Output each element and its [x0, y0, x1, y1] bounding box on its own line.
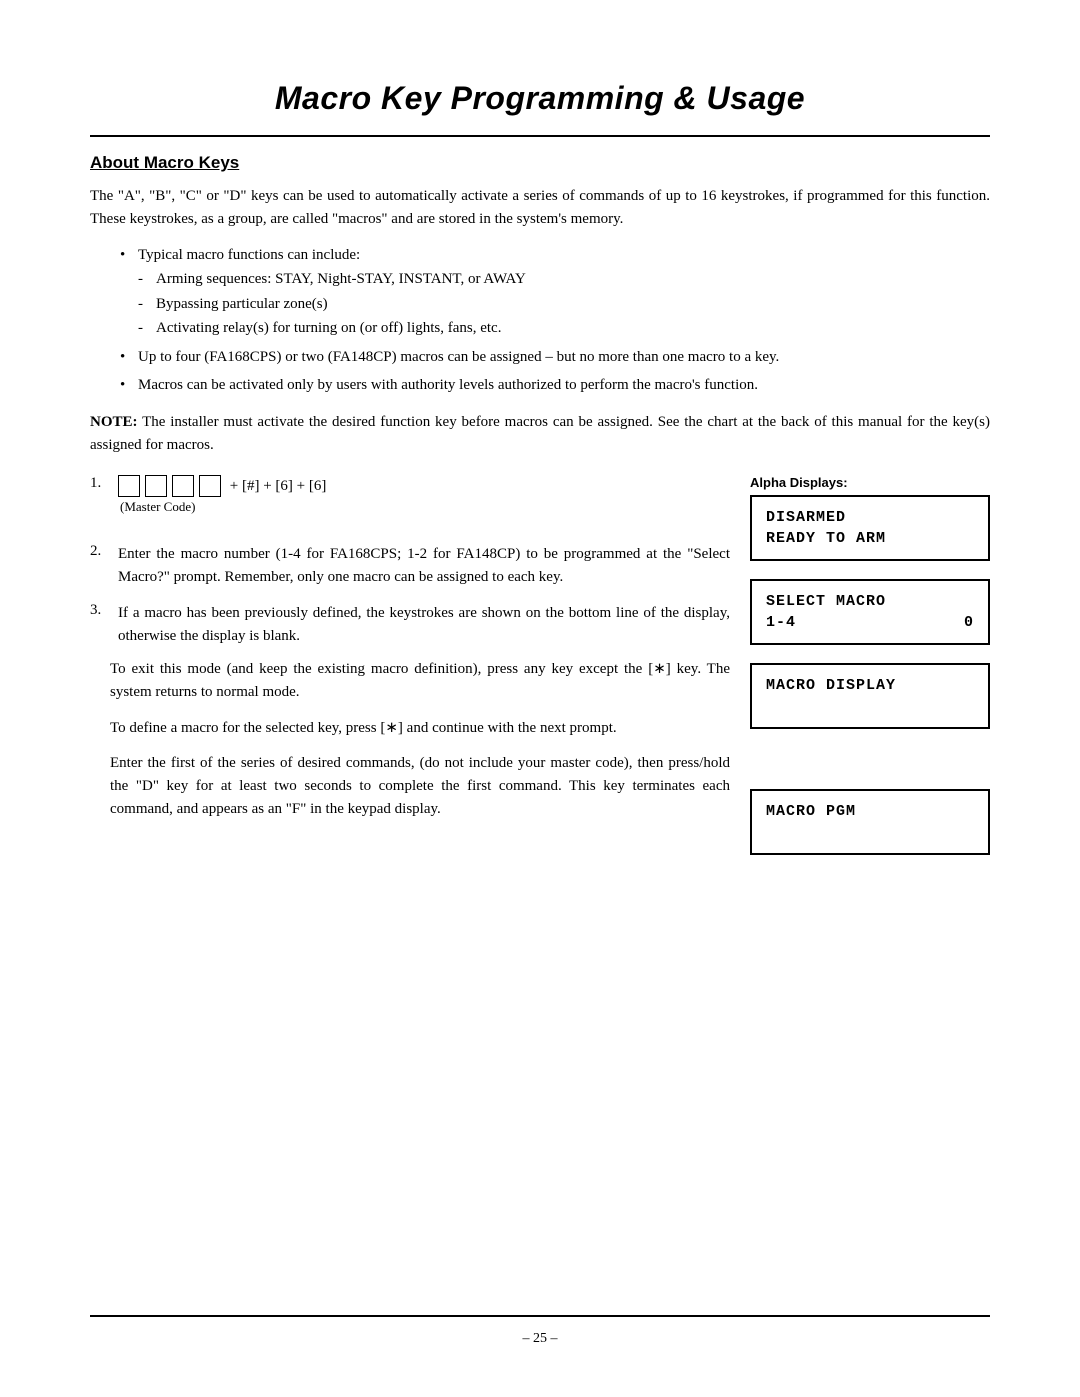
display-4-line-2: [766, 822, 974, 843]
key-box-1: [118, 475, 140, 497]
display-3-line-2: [766, 696, 974, 717]
step-2-content: Enter the macro number (1-4 for FA168CPS…: [118, 543, 730, 590]
main-content: 1. + [#] + [6] + [6] (Master Code) 2. En…: [90, 475, 990, 873]
para-2: To define a macro for the selected key, …: [110, 717, 730, 740]
display-4-line-1: MACRO PGM: [766, 801, 974, 822]
sub-list-1: Arming sequences: STAY, Night-STAY, INST…: [138, 268, 990, 340]
sub-item-1-2: Bypassing particular zone(s): [138, 293, 990, 316]
display-2-line-2: 1-4 0: [766, 612, 974, 633]
key-box-4: [199, 475, 221, 497]
para-3: Enter the first of the series of desired…: [110, 752, 730, 822]
display-1-line-2: READY TO ARM: [766, 528, 974, 549]
master-code-label: (Master Code): [120, 499, 326, 515]
bullet-list: Typical macro functions can include: Arm…: [120, 244, 990, 397]
sub-item-1-3: Activating relay(s) for turning on (or o…: [138, 317, 990, 340]
display-3-line-1: MACRO DISPLAY: [766, 675, 974, 696]
step-1: 1. + [#] + [6] + [6] (Master Code): [90, 475, 730, 515]
intro-paragraph: The "A", "B", "C" or "D" keys can be use…: [90, 185, 990, 232]
display-box-4: MACRO PGM: [750, 789, 990, 855]
step-3-number: 3.: [90, 602, 118, 619]
step-3: 3. If a macro has been previously define…: [90, 602, 730, 649]
display-2-line-1: SELECT MACRO: [766, 591, 974, 612]
display-box-1: DISARMED READY TO ARM: [750, 495, 990, 561]
key-box-2: [145, 475, 167, 497]
display-box-2: SELECT MACRO 1-4 0: [750, 579, 990, 645]
sub-item-1-1: Arming sequences: STAY, Night-STAY, INST…: [138, 268, 990, 291]
left-column: 1. + [#] + [6] + [6] (Master Code) 2. En…: [90, 475, 750, 873]
bullet-item-2: Up to four (FA168CPS) or two (FA148CP) m…: [120, 346, 990, 369]
para-1: To exit this mode (and keep the existing…: [110, 658, 730, 705]
display-1-line-1: DISARMED: [766, 507, 974, 528]
display-box-3: MACRO DISPLAY: [750, 663, 990, 729]
top-rule: [90, 135, 990, 137]
page-number: – 25 –: [0, 1331, 1080, 1347]
key-sequence-label: + [#] + [6] + [6]: [226, 478, 326, 495]
section-heading: About Macro Keys: [90, 153, 990, 173]
key-box-3: [172, 475, 194, 497]
key-sequence: + [#] + [6] + [6]: [118, 475, 326, 497]
bullet-item-3: Macros can be activated only by users wi…: [120, 374, 990, 397]
bullet-item-1: Typical macro functions can include: Arm…: [120, 244, 990, 340]
page: Macro Key Programming & Usage About Macr…: [0, 0, 1080, 1397]
step-1-content: + [#] + [6] + [6] (Master Code): [118, 475, 326, 515]
step-2-number: 2.: [90, 543, 118, 560]
right-column: Alpha Displays: DISARMED READY TO ARM SE…: [750, 475, 990, 873]
bottom-rule: [90, 1315, 990, 1317]
note-paragraph: NOTE: The installer must activate the de…: [90, 411, 990, 458]
step-2: 2. Enter the macro number (1-4 for FA168…: [90, 543, 730, 590]
alpha-display-label: Alpha Displays:: [750, 475, 990, 490]
step-3-content: If a macro has been previously defined, …: [118, 602, 730, 649]
step-1-number: 1.: [90, 475, 118, 492]
page-title: Macro Key Programming & Usage: [90, 80, 990, 117]
